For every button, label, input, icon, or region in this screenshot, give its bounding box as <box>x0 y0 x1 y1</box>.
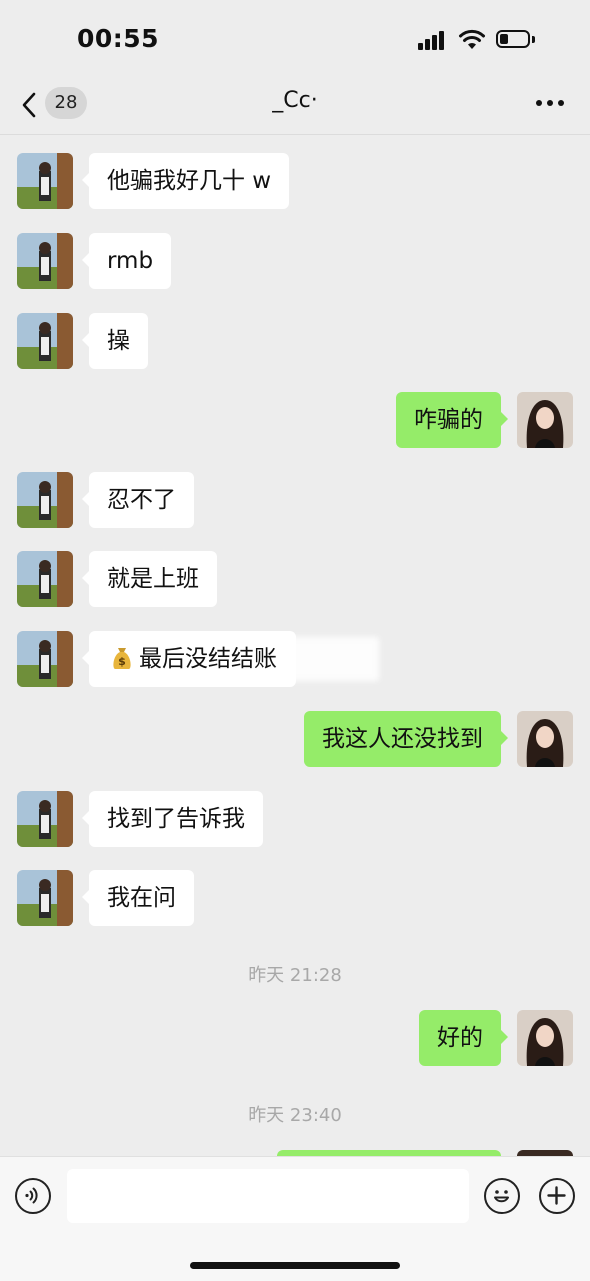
emoji-icon[interactable] <box>484 1178 520 1214</box>
message-text: 最后没结结账 <box>139 646 277 672</box>
contact-avatar[interactable] <box>17 870 73 926</box>
cellular-signal-icon <box>418 30 448 50</box>
status-bar: 00:55 <box>0 0 590 80</box>
blurred-overlay <box>279 637 379 681</box>
contact-avatar[interactable] <box>17 631 73 687</box>
chat-header: 28 _Cc· <box>0 80 590 135</box>
incoming-message-bubble[interactable]: $ 最后没结结账 <box>82 631 379 687</box>
my-avatar[interactable] <box>517 1010 573 1066</box>
my-avatar[interactable] <box>517 392 573 448</box>
incoming-message-bubble[interactable]: 我在问 <box>82 870 194 926</box>
outgoing-message-bubble[interactable]: 咋骗的 <box>396 392 508 448</box>
timestamp-divider: 昨天 23:40 <box>248 1105 342 1126</box>
outgoing-message-bubble[interactable]: 好的 <box>419 1010 508 1066</box>
my-avatar[interactable] <box>517 711 573 767</box>
wifi-icon <box>459 29 485 49</box>
voice-icon[interactable] <box>15 1178 51 1214</box>
contact-avatar[interactable] <box>17 791 73 847</box>
contact-avatar[interactable] <box>17 551 73 607</box>
contact-avatar[interactable] <box>17 153 73 209</box>
incoming-message-bubble[interactable]: 他骗我好几十 w <box>81 153 290 209</box>
status-time: 00:55 <box>77 24 160 53</box>
contact-avatar[interactable] <box>17 313 73 369</box>
money-bag-icon: $ <box>113 648 131 669</box>
incoming-message-bubble[interactable]: 找到了告诉我 <box>82 791 263 847</box>
plus-icon[interactable] <box>539 1178 575 1214</box>
svg-text:$: $ <box>118 655 126 668</box>
contact-avatar[interactable] <box>17 472 73 528</box>
chat-title: _Cc· <box>272 88 318 113</box>
battery-tip <box>532 36 535 43</box>
more-options-icon[interactable] <box>536 100 566 108</box>
timestamp-divider: 昨天 21:28 <box>248 965 342 986</box>
outgoing-message-bubble[interactable]: 我这人还没找到 <box>304 711 508 767</box>
contact-avatar[interactable] <box>17 233 73 289</box>
home-indicator <box>190 1262 400 1269</box>
incoming-message-bubble[interactable]: 操 <box>82 313 148 369</box>
incoming-message-bubble[interactable]: 就是上班 <box>82 551 217 607</box>
battery-icon <box>496 30 530 48</box>
incoming-message-bubble[interactable]: rmb <box>81 233 172 289</box>
message-input[interactable] <box>67 1169 469 1223</box>
incoming-message-bubble[interactable]: 忍不了 <box>82 472 194 528</box>
